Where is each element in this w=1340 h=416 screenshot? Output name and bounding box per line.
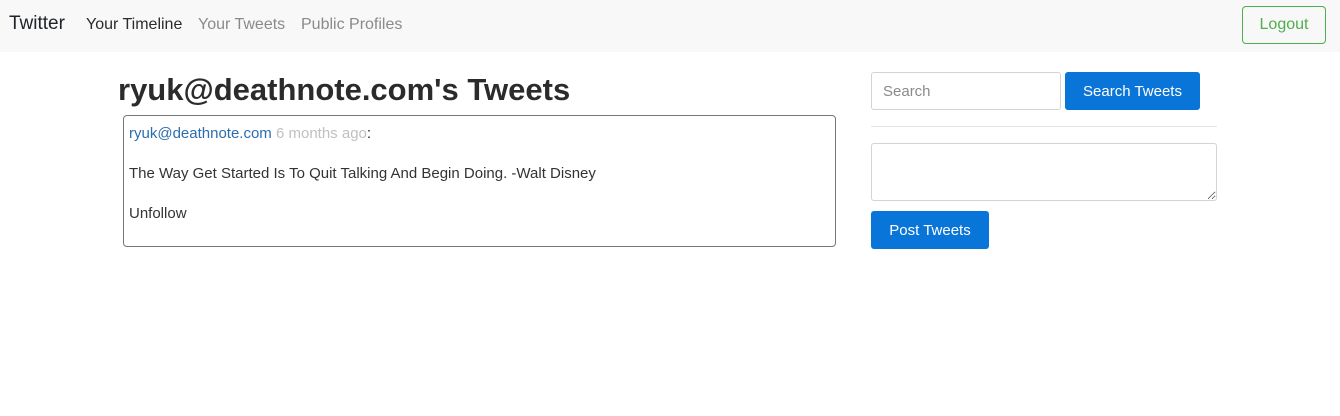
page-title: ryuk@deathnote.com's Tweets	[118, 72, 571, 107]
logout-button[interactable]: Logout	[1242, 6, 1326, 44]
nav-your-tweets[interactable]: Your Tweets	[198, 16, 285, 34]
tweet-author-link[interactable]: ryuk@deathnote.com	[129, 125, 272, 142]
nav-your-timeline[interactable]: Your Timeline	[86, 16, 182, 34]
tweet-meta: ryuk@deathnote.com 6 months ago:	[129, 124, 830, 144]
tweet-card: ryuk@deathnote.com 6 months ago: The Way…	[123, 115, 836, 247]
search-input[interactable]	[871, 72, 1061, 110]
tweet-body: The Way Get Started Is To Quit Talking A…	[129, 165, 596, 182]
nav-public-profiles[interactable]: Public Profiles	[301, 16, 402, 34]
tweet-separator: :	[366, 125, 372, 142]
search-tweets-button[interactable]: Search Tweets	[1065, 72, 1200, 110]
tweet-timestamp: 6 months ago	[275, 125, 367, 142]
top-navbar: Twitter Your Timeline Your Tweets Public…	[0, 0, 1340, 52]
post-tweets-button[interactable]: Post Tweets	[871, 211, 989, 249]
compose-tweet-textarea[interactable]	[871, 143, 1217, 201]
sidebar-divider	[871, 126, 1217, 127]
brand-link[interactable]: Twitter	[9, 13, 65, 35]
unfollow-link[interactable]: Unfollow	[129, 204, 187, 224]
